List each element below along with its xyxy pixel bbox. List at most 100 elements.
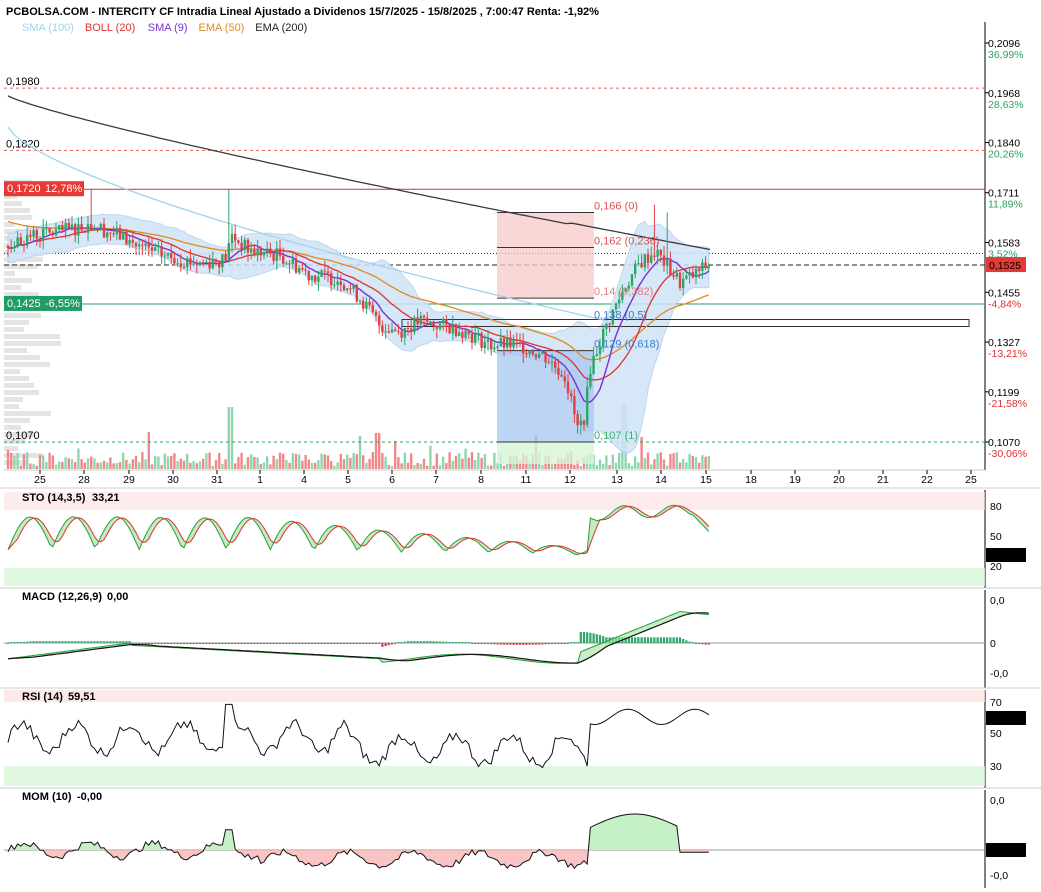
volume-bar bbox=[554, 463, 557, 469]
macd-histogram-bar bbox=[202, 643, 205, 644]
macd-histogram-bar bbox=[320, 643, 323, 644]
candle-body bbox=[125, 231, 128, 245]
candle-body bbox=[106, 232, 109, 238]
volume-bar bbox=[694, 457, 698, 469]
macd-histogram-bar bbox=[643, 637, 646, 643]
x-tick-label: 20 bbox=[833, 474, 845, 486]
volume-bar bbox=[118, 462, 122, 469]
volume-bar bbox=[125, 459, 128, 469]
candle-body bbox=[518, 339, 522, 341]
macd-histogram-bar bbox=[118, 641, 122, 643]
macd-histogram-bar bbox=[176, 643, 179, 644]
candle-body bbox=[150, 247, 154, 251]
macd-histogram-bar bbox=[509, 643, 512, 645]
candle-body bbox=[704, 262, 707, 268]
candle-body bbox=[128, 239, 131, 245]
macd-histogram-bar bbox=[102, 641, 106, 643]
macd-histogram-bar bbox=[301, 643, 304, 644]
macd-histogram-bar bbox=[77, 641, 80, 643]
candle-body bbox=[384, 331, 387, 333]
candle-body bbox=[682, 278, 685, 288]
candle-body bbox=[250, 249, 253, 253]
macd-histogram-bar bbox=[672, 637, 675, 643]
macd-histogram-bar bbox=[250, 643, 253, 644]
candle-body bbox=[685, 275, 688, 279]
macd-histogram-bar bbox=[74, 641, 77, 643]
macd-histogram-bar bbox=[650, 637, 653, 643]
macd-histogram-bar bbox=[221, 643, 224, 644]
volume-bar bbox=[224, 459, 227, 469]
volume-bar bbox=[6, 449, 10, 469]
macd-histogram-bar bbox=[67, 641, 70, 643]
macd-histogram-bar bbox=[106, 641, 109, 643]
macd-title: MACD (12,26,9) bbox=[22, 591, 102, 603]
macd-histogram-bar bbox=[454, 642, 458, 643]
volume-bar bbox=[147, 432, 150, 469]
volume-bar bbox=[458, 453, 461, 469]
macd-histogram-bar bbox=[429, 641, 432, 643]
candle-body bbox=[694, 268, 698, 278]
candle-body bbox=[646, 254, 650, 263]
volume-bar bbox=[368, 458, 371, 469]
macd-level-label: 0 bbox=[990, 638, 996, 650]
macd-histogram-bar bbox=[490, 643, 493, 645]
volume-bar bbox=[464, 448, 467, 469]
macd-histogram-bar bbox=[416, 641, 419, 643]
volume-bar bbox=[413, 465, 416, 469]
y-tick-percent: -21,58% bbox=[988, 398, 1027, 410]
macd-histogram-bar bbox=[29, 641, 32, 643]
volume-profile-bar bbox=[4, 446, 18, 451]
volume-bar bbox=[698, 462, 701, 469]
candle-body bbox=[509, 337, 512, 348]
candle-body bbox=[317, 276, 320, 282]
macd-histogram-bar bbox=[506, 643, 509, 645]
candle-body bbox=[141, 244, 144, 246]
volume-bar bbox=[397, 457, 400, 469]
macd-histogram-bar bbox=[675, 637, 678, 643]
volume-bar bbox=[358, 435, 362, 469]
volume-bar bbox=[240, 452, 243, 469]
candle-body bbox=[541, 352, 544, 354]
volume-profile-bar bbox=[4, 278, 32, 283]
candle-body bbox=[656, 249, 659, 257]
volume-bar bbox=[653, 459, 656, 469]
fib-label: 0,162 (0,236) bbox=[594, 236, 659, 248]
volume-bar bbox=[205, 453, 208, 469]
candle-body bbox=[61, 225, 64, 231]
fib-zone-upper bbox=[497, 212, 594, 299]
volume-bar bbox=[675, 452, 678, 469]
candle-body bbox=[528, 351, 531, 354]
macd-histogram-bar bbox=[595, 634, 598, 643]
volume-profile-bar bbox=[4, 397, 23, 402]
volume-bar bbox=[269, 464, 272, 469]
fib-label: 0,138 (0,5) bbox=[594, 309, 647, 321]
volume-bar bbox=[688, 453, 691, 469]
x-tick-label: 21 bbox=[877, 474, 889, 486]
candle-body bbox=[355, 284, 358, 302]
macd-histogram-bar bbox=[477, 643, 480, 644]
x-tick-label: 1 bbox=[257, 474, 263, 486]
macd-histogram-bar bbox=[195, 643, 198, 644]
volume-bar bbox=[51, 455, 54, 469]
macd-histogram-bar bbox=[163, 643, 166, 644]
fib-zone-base bbox=[497, 442, 594, 464]
candle-body bbox=[22, 244, 26, 246]
candle-body bbox=[77, 224, 80, 236]
volume-bar bbox=[275, 459, 278, 469]
volume-bar bbox=[26, 452, 29, 469]
macd-histogram-bar bbox=[275, 643, 278, 644]
legend-item-3: EMA (50) bbox=[199, 22, 245, 34]
rsi-title: RSI (14) bbox=[22, 691, 63, 703]
macd-histogram-bar bbox=[61, 641, 64, 643]
macd-histogram-bar bbox=[211, 643, 214, 644]
candle-body bbox=[707, 264, 710, 268]
stock-chart: 0,19800,18200,1720 12,78%0,1425 -6,55%0,10… bbox=[0, 6, 1041, 888]
macd-histogram-bar bbox=[256, 643, 259, 644]
chart-title: PCBOLSA.COM - INTERCITY CF Intradia Line… bbox=[6, 6, 599, 18]
candle-body bbox=[346, 288, 349, 291]
volume-bar bbox=[374, 433, 378, 469]
candle-body bbox=[58, 225, 61, 230]
candle-body bbox=[525, 353, 528, 355]
macd-histogram-bar bbox=[278, 643, 282, 644]
volume-bar bbox=[10, 452, 13, 469]
